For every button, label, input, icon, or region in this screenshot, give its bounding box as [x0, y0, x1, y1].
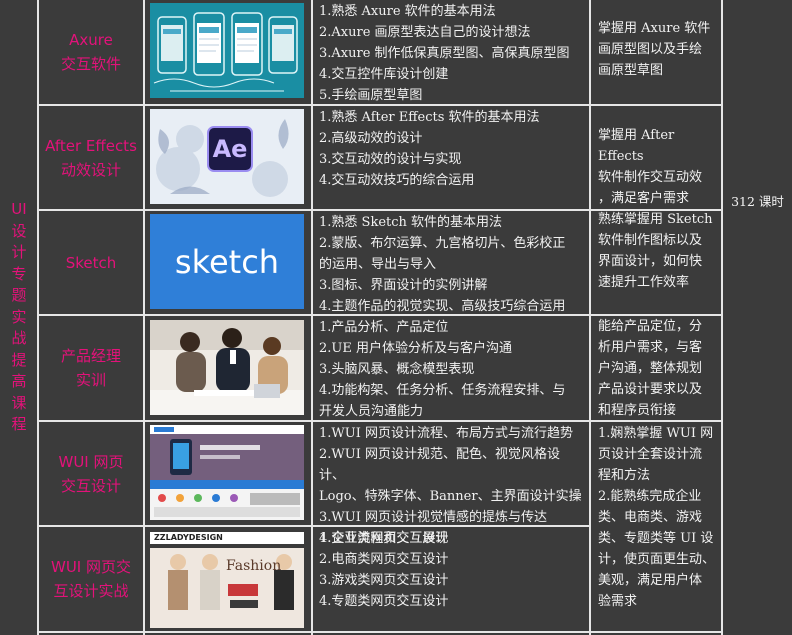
- course-name: WUI 网页交 互设计实战: [50, 558, 131, 600]
- course-content: 1.熟悉 After Effects 软件的基本用法 2.高级动效的设计 3.交…: [319, 110, 540, 188]
- grid-line: [37, 631, 723, 633]
- ae-logo-text: Ae: [212, 135, 248, 163]
- grid-line: [143, 0, 145, 635]
- business-meeting-photo: [150, 320, 304, 415]
- meeting-illustration: [150, 320, 304, 415]
- side-title-char: 程: [11, 415, 27, 434]
- course-content: 1.WUI 网页设计流程、布局方式与流行趋势 2.WUI 网页设计规范、配色、视…: [319, 426, 582, 546]
- course-table: UI 设 计 专 题 实 战 提 高 课 程 Axure 交互软件 After …: [0, 0, 792, 635]
- side-title-char: 计: [11, 243, 27, 262]
- side-title-char: 高: [11, 372, 27, 391]
- sketch-logo-text: sketch: [174, 242, 280, 281]
- sketch-logo-thumbnail: sketch: [150, 214, 304, 309]
- axure-wireframe-thumbnail: [150, 3, 304, 98]
- web-page-illustration: [150, 425, 304, 520]
- side-title-char: 设: [11, 221, 27, 240]
- course-content: 1.企业类网页交互设计 2.电商类网页交互设计 3.游戏类网页交互设计 4.专题…: [319, 531, 449, 609]
- side-title-char: UI: [11, 200, 27, 219]
- fashion-illustration: [150, 532, 304, 628]
- fashion-brand-text: ZZLADYDESIGN: [154, 533, 223, 542]
- total-hours: 312 课时: [731, 193, 784, 209]
- side-title-char: 题: [11, 286, 27, 305]
- course-goal: 熟练掌握用 Sketch 软件制作图标以及 界面设计，如何快 速提升工作效率: [598, 212, 713, 290]
- side-title: UI 设 计 专 题 实 战 提 高 课 程: [0, 0, 38, 635]
- course-goal: 1.娴熟掌握 WUI 网 页设计全套设计流 程和方法 2.能熟练完成企业 类、电…: [598, 426, 716, 609]
- course-goal: 掌握用 After Effects 软件制作交互动效 ，满足客户需求: [598, 128, 703, 206]
- course-name: WUI 网页 交互设计: [58, 452, 124, 495]
- fashion-ecommerce-screenshot: ZZLADYDESIGN Fashion: [150, 532, 304, 628]
- course-name: Axure 交互软件: [60, 31, 121, 73]
- side-title-char: 课: [11, 393, 27, 412]
- course-name: Sketch: [65, 253, 117, 272]
- course-goal: 能给产品定位，分 析用户需求，与客 户沟通，整体规划 产品设计要求以及 和程序员…: [598, 319, 703, 418]
- fashion-heading-text: Fashion: [226, 558, 282, 574]
- course-content: 1.熟悉 Sketch 软件的基本用法 2.蒙版、布尔运算、九宫格切片、色彩校正…: [319, 215, 566, 314]
- course-content: 1.产品分析、产品定位 2.UE 用户体验分析及与客户沟通 3.头脑风暴、概念模…: [319, 320, 566, 419]
- course-goal: 掌握用 Axure 软件 画原型图以及手绘 画原型草图: [598, 21, 711, 78]
- side-title-char: 战: [11, 329, 27, 348]
- after-effects-logo-thumbnail: Ae: [150, 109, 304, 204]
- wireframe-illustration: [150, 3, 304, 98]
- web-page-screenshot: [150, 425, 304, 520]
- side-title-char: 提: [11, 350, 27, 369]
- course-name: After Effects 动效设计: [45, 136, 137, 179]
- course-name: 产品经理 实训: [60, 347, 121, 389]
- course-content: 1.熟悉 Axure 软件的基本用法 2.Axure 画原型表达自己的设计想法 …: [319, 4, 570, 103]
- side-title-char: 实: [11, 307, 27, 326]
- side-title-char: 专: [11, 264, 27, 283]
